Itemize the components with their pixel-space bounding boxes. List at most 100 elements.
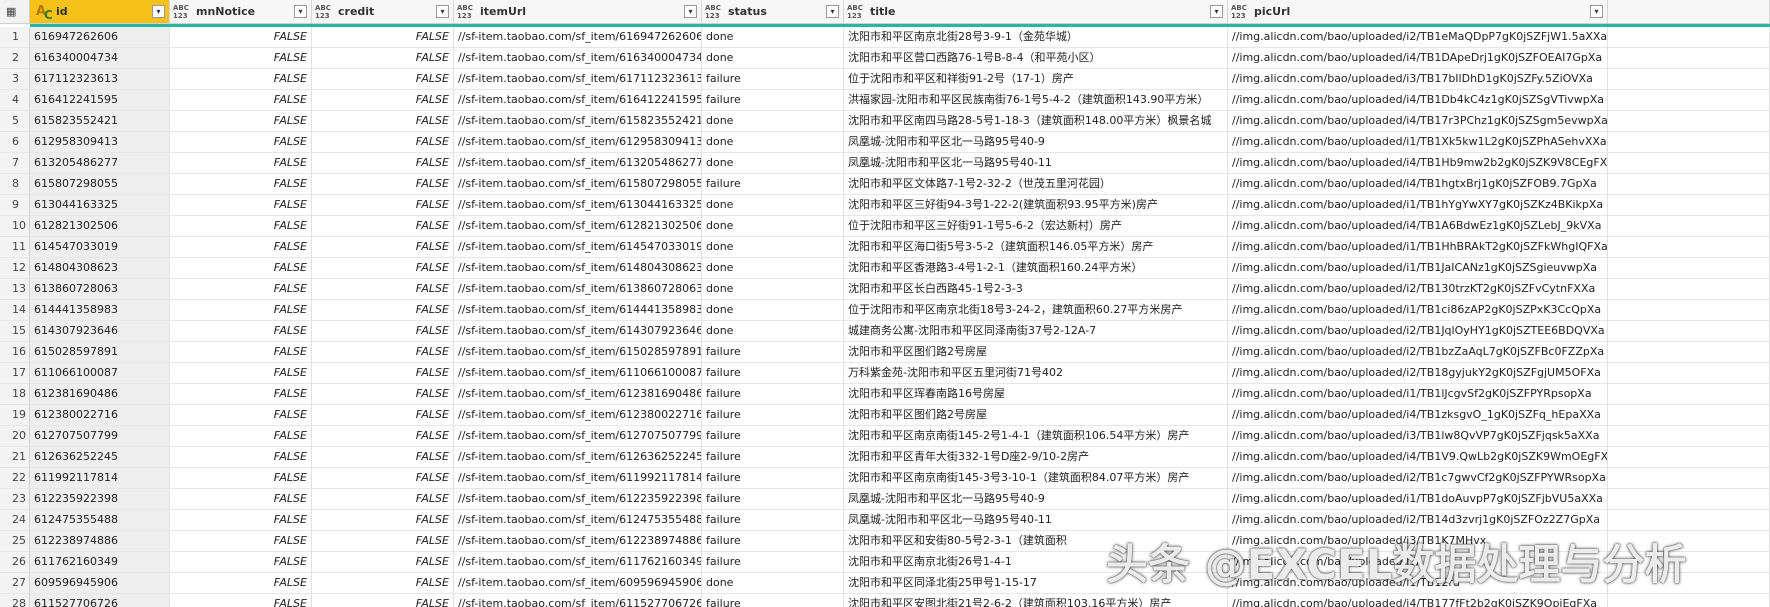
cell-mnnotice[interactable]: FALSE	[170, 447, 312, 468]
filter-dropdown-icon[interactable]: ▾	[436, 5, 449, 18]
cell-overflow[interactable]	[1608, 489, 1770, 510]
cell-itemurl[interactable]: //sf-item.taobao.com/sf_item/61282130250…	[454, 216, 702, 237]
cell-id[interactable]: 616412241595	[30, 90, 170, 111]
row-number[interactable]: 7	[0, 153, 30, 174]
cell-itemurl[interactable]: //sf-item.taobao.com/sf_item/61238002271…	[454, 405, 702, 426]
cell-itemurl[interactable]: //sf-item.taobao.com/sf_item/61711232361…	[454, 69, 702, 90]
cell-itemurl[interactable]: //sf-item.taobao.com/sf_item/61430792364…	[454, 321, 702, 342]
cell-itemurl[interactable]: //sf-item.taobao.com/sf_item/61295830941…	[454, 132, 702, 153]
cell-itemurl[interactable]: //sf-item.taobao.com/sf_item/61480430862…	[454, 258, 702, 279]
cell-title[interactable]: 沈阳市和平区海口街5号3-5-2（建筑面积146.05平方米）房产	[844, 237, 1228, 258]
cell-credit[interactable]: FALSE	[312, 447, 454, 468]
row-number[interactable]: 2	[0, 48, 30, 69]
cell-itemurl[interactable]: //sf-item.taobao.com/sf_item/61152770672…	[454, 594, 702, 607]
cell-picurl[interactable]: //img.alicdn.com/bao/uploaded/i1/TB1JaIC…	[1228, 258, 1608, 279]
cell-mnnotice[interactable]: FALSE	[170, 237, 312, 258]
cell-picurl[interactable]: //img.alicdn.com/bao/uploaded/i1/TB1lJcg…	[1228, 384, 1608, 405]
cell-status[interactable]: failure	[702, 90, 844, 111]
cell-picurl[interactable]: //img.alicdn.com/bao/uploaded/i2/TB130tr…	[1228, 279, 1608, 300]
any-type-icon[interactable]: ABC 123	[172, 3, 192, 21]
row-number[interactable]: 18	[0, 384, 30, 405]
cell-credit[interactable]: FALSE	[312, 573, 454, 594]
cell-id[interactable]: 614804308623	[30, 258, 170, 279]
row-number[interactable]: 28	[0, 594, 30, 607]
cell-credit[interactable]: FALSE	[312, 153, 454, 174]
table-row[interactable]: 24 612475355488 FALSE FALSE//sf-item.taobao…	[0, 510, 1770, 531]
table-row[interactable]: 10 612821302506 FALSE FALSE//sf-item.taobao…	[0, 216, 1770, 237]
cell-credit[interactable]: FALSE	[312, 90, 454, 111]
cell-credit[interactable]: FALSE	[312, 489, 454, 510]
cell-mnnotice[interactable]: FALSE	[170, 363, 312, 384]
cell-title[interactable]: 城建商务公寓-沈阳市和平区同泽南街37号2-12A-7	[844, 321, 1228, 342]
cell-id[interactable]: 612380022716	[30, 405, 170, 426]
cell-mnnotice[interactable]: FALSE	[170, 48, 312, 69]
cell-overflow[interactable]	[1608, 510, 1770, 531]
cell-mnnotice[interactable]: FALSE	[170, 300, 312, 321]
cell-picurl[interactable]: //img.alicdn.com/bao/uploaded/i1/TB1HhBR…	[1228, 237, 1608, 258]
cell-picurl[interactable]: //img.alicdn.com/bao/uploaded/i2/TB1eMaQ…	[1228, 27, 1608, 48]
cell-title[interactable]: 沈阳市和平区三好街94-3号1-22-2(建筑面积93.95平方米)房产	[844, 195, 1228, 216]
cell-itemurl[interactable]: //sf-item.taobao.com/sf_item/61263625224…	[454, 447, 702, 468]
cell-credit[interactable]: FALSE	[312, 279, 454, 300]
cell-mnnotice[interactable]: FALSE	[170, 27, 312, 48]
table-row[interactable]: 17 611066100087 FALSE FALSE//sf-item.taobao…	[0, 363, 1770, 384]
cell-picurl[interactable]: //img.alicdn.com/bao/uploaded/i4/TB1DApe…	[1228, 48, 1608, 69]
cell-credit[interactable]: FALSE	[312, 237, 454, 258]
cell-overflow[interactable]	[1608, 468, 1770, 489]
cell-credit[interactable]: FALSE	[312, 321, 454, 342]
row-number[interactable]: 26	[0, 552, 30, 573]
cell-itemurl[interactable]: //sf-item.taobao.com/sf_item/61454703301…	[454, 237, 702, 258]
cell-status[interactable]: done	[702, 153, 844, 174]
cell-itemurl[interactable]: //sf-item.taobao.com/sf_item/61238169048…	[454, 384, 702, 405]
row-number[interactable]: 3	[0, 69, 30, 90]
column-header-mnnotice[interactable]: ABC 123 mnNotice ▾	[170, 0, 312, 24]
cell-overflow[interactable]	[1608, 426, 1770, 447]
filter-dropdown-icon[interactable]: ▾	[684, 5, 697, 18]
cell-title[interactable]: 沈阳市和平区图们路2号房屋	[844, 342, 1228, 363]
cell-mnnotice[interactable]: FALSE	[170, 321, 312, 342]
cell-credit[interactable]: FALSE	[312, 510, 454, 531]
cell-mnnotice[interactable]: FALSE	[170, 468, 312, 489]
cell-title[interactable]: 位于沈阳市和平区南京北街18号3-24-2，建筑面积60.27平方米房产	[844, 300, 1228, 321]
cell-title[interactable]: 沈阳市和平区南四马路28-5号1-18-3（建筑面积148.00平方米）枫景名城	[844, 111, 1228, 132]
cell-id[interactable]: 614307923646	[30, 321, 170, 342]
cell-credit[interactable]: FALSE	[312, 342, 454, 363]
cell-overflow[interactable]	[1608, 111, 1770, 132]
cell-id[interactable]: 611762160349	[30, 552, 170, 573]
cell-overflow[interactable]	[1608, 27, 1770, 48]
cell-status[interactable]: done	[702, 216, 844, 237]
cell-title[interactable]: 洪福家园-沈阳市和平区民族南街76-1号5-4-2（建筑面积143.90平方米）	[844, 90, 1228, 111]
cell-title[interactable]: 沈阳市和平区长白西路45-1号2-3-3	[844, 279, 1228, 300]
table-row[interactable]: 14 614441358983 FALSE FALSE//sf-item.taobao…	[0, 300, 1770, 321]
cell-mnnotice[interactable]: FALSE	[170, 153, 312, 174]
cell-overflow[interactable]	[1608, 384, 1770, 405]
cell-itemurl[interactable]: //sf-item.taobao.com/sf_item/61247535548…	[454, 510, 702, 531]
cell-picurl[interactable]: //img.alicdn.com/bao/uploaded/i4/TB1hgtx…	[1228, 174, 1608, 195]
cell-overflow[interactable]	[1608, 90, 1770, 111]
cell-overflow[interactable]	[1608, 132, 1770, 153]
cell-mnnotice[interactable]: FALSE	[170, 552, 312, 573]
cell-status[interactable]: failure	[702, 510, 844, 531]
cell-status[interactable]: failure	[702, 69, 844, 90]
cell-id[interactable]: 612475355488	[30, 510, 170, 531]
any-type-icon[interactable]: ABC 123	[456, 3, 476, 21]
cell-title[interactable]: 凤凰城-沈阳市和平区北一马路95号40-11	[844, 510, 1228, 531]
cell-id[interactable]: 612636252245	[30, 447, 170, 468]
table-row[interactable]: 20 612707507799 FALSE FALSE//sf-item.taobao…	[0, 426, 1770, 447]
cell-mnnotice[interactable]: FALSE	[170, 279, 312, 300]
column-header-status[interactable]: ABC 123 status ▾	[702, 0, 844, 24]
row-number[interactable]: 14	[0, 300, 30, 321]
cell-status[interactable]: done	[702, 279, 844, 300]
row-number[interactable]: 8	[0, 174, 30, 195]
filter-dropdown-icon[interactable]: ▾	[152, 5, 165, 18]
row-number[interactable]: 27	[0, 573, 30, 594]
cell-id[interactable]: 613860728063	[30, 279, 170, 300]
any-type-icon[interactable]: ABC 123	[704, 3, 724, 21]
filter-dropdown-icon[interactable]: ▾	[294, 5, 307, 18]
cell-picurl[interactable]: //img.alicdn.com/bao/uploaded/i4/TB17r3P…	[1228, 111, 1608, 132]
cell-status[interactable]: done	[702, 573, 844, 594]
cell-mnnotice[interactable]: FALSE	[170, 531, 312, 552]
cell-overflow[interactable]	[1608, 405, 1770, 426]
cell-status[interactable]: done	[702, 258, 844, 279]
cell-status[interactable]: failure	[702, 363, 844, 384]
